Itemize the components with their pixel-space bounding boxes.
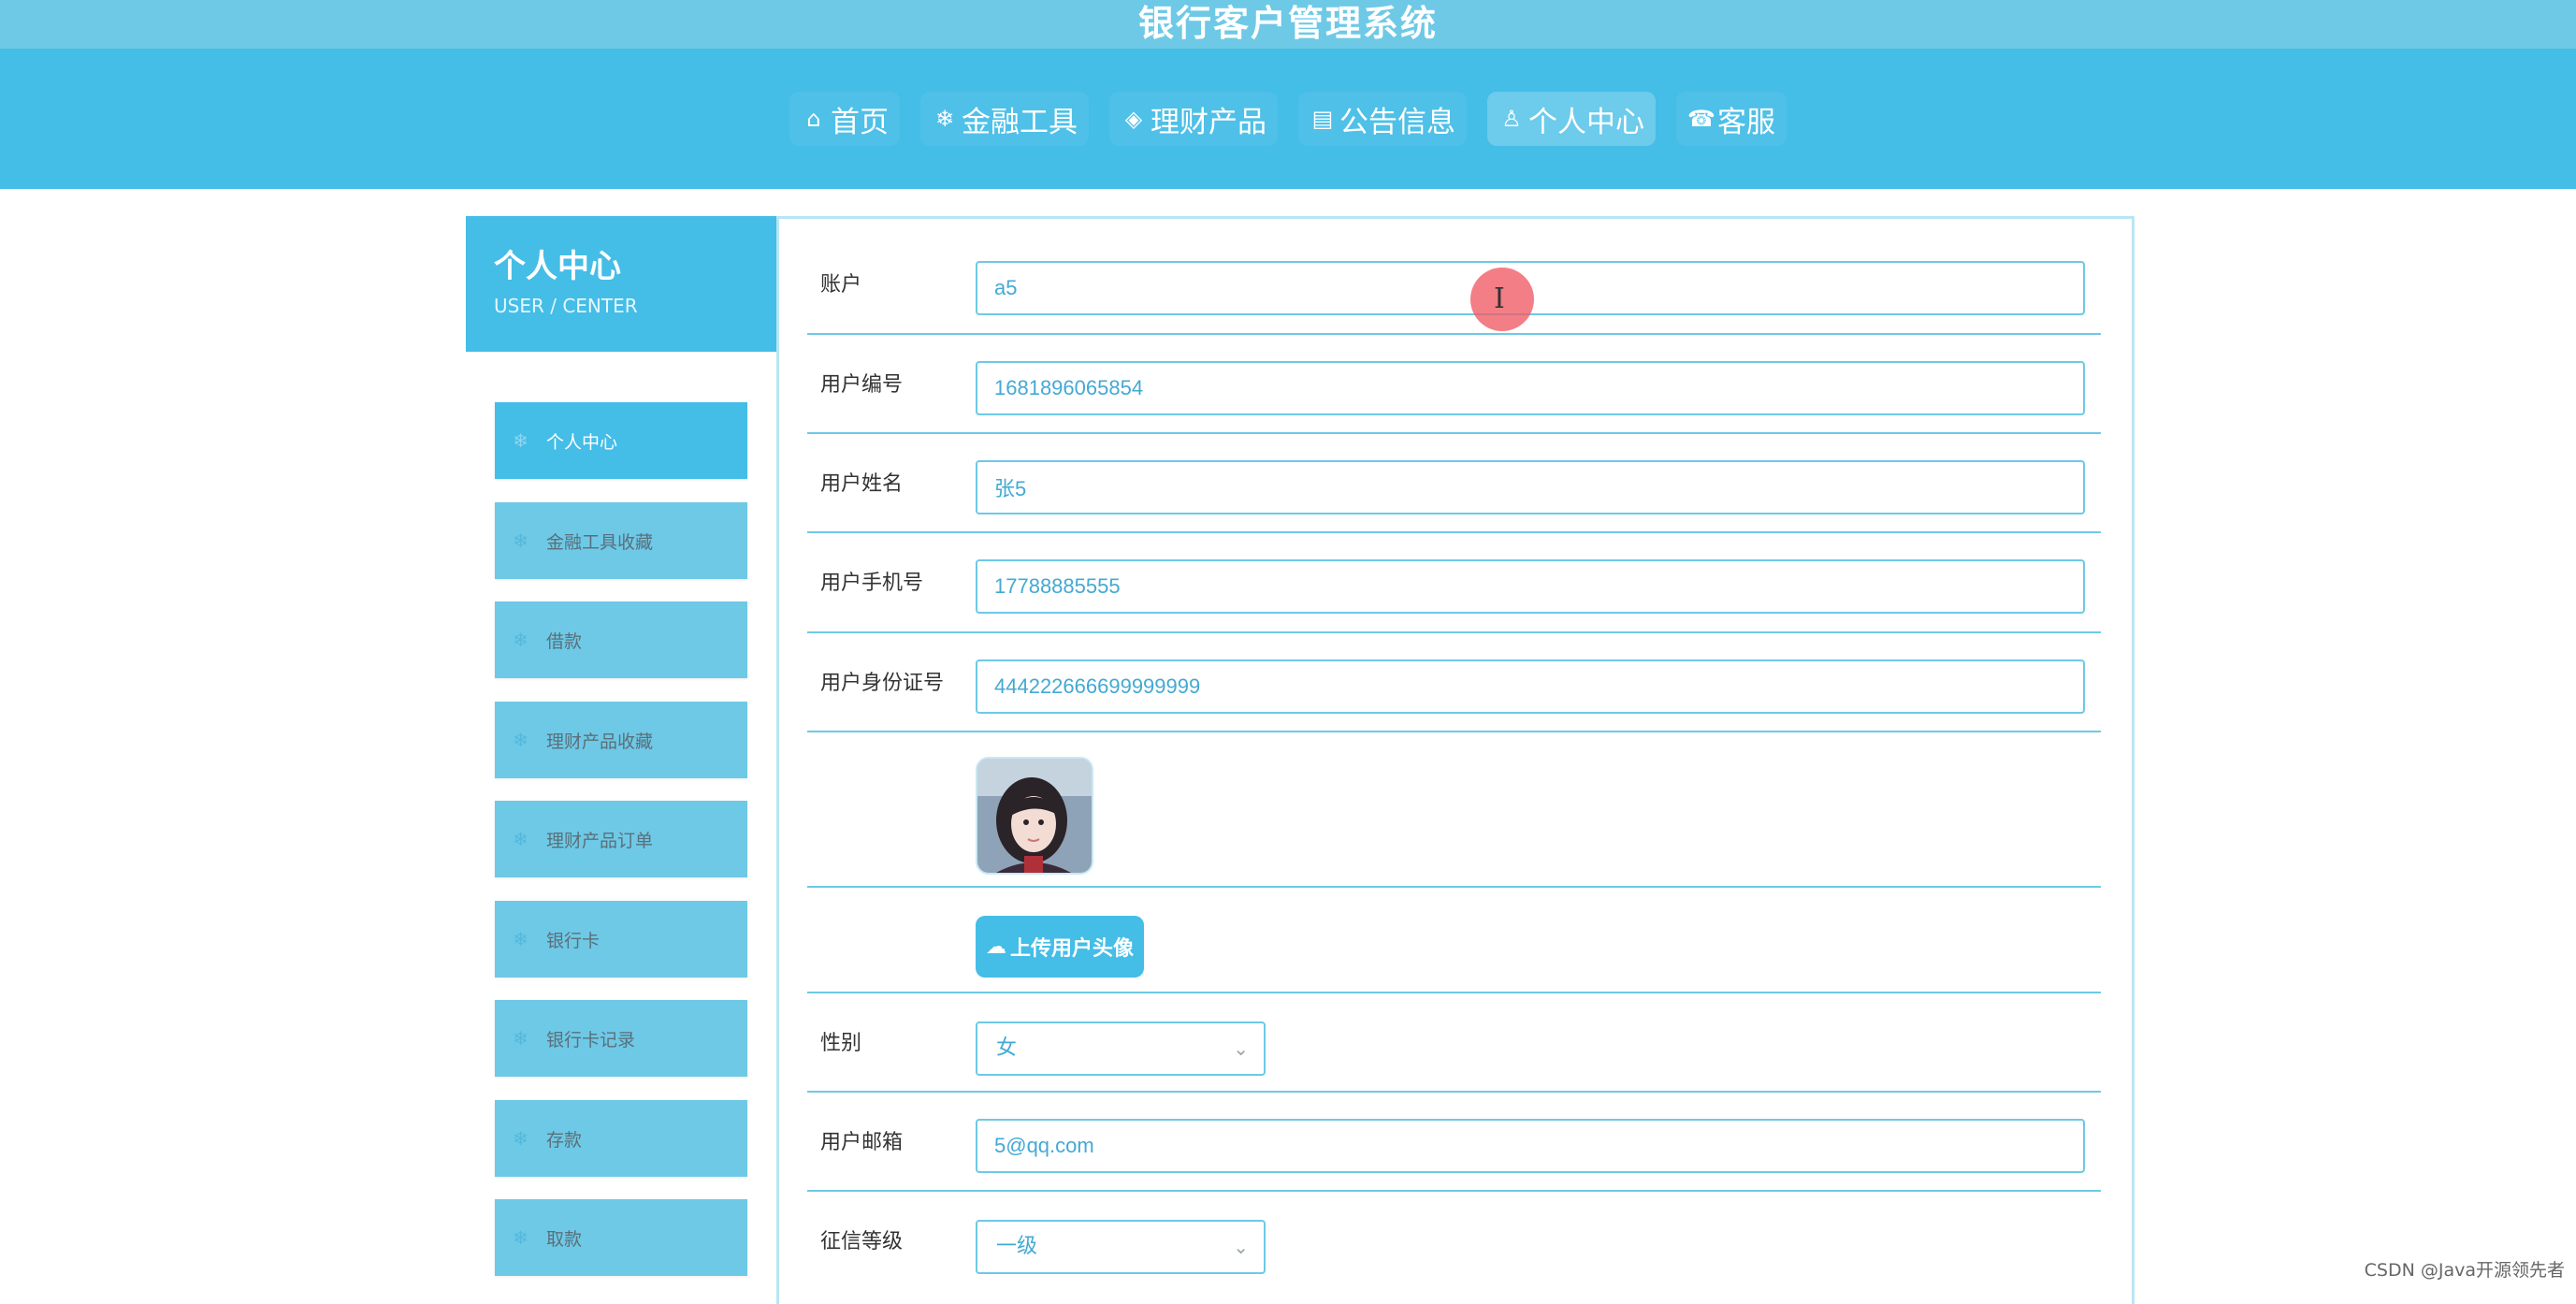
form-row-user-no: 用户编号	[807, 335, 2101, 434]
text-cursor-icon: I	[1494, 283, 1505, 315]
sidebar-item-label: 理财产品订单	[546, 830, 654, 851]
gender-select[interactable]: 女 ⌄	[976, 1021, 1266, 1076]
sidebar-item-tool-favorites[interactable]: ❄ 金融工具收藏	[495, 502, 747, 579]
snowflake-icon: ❄	[513, 629, 528, 651]
sidebar-subtitle: USER / CENTER	[494, 295, 638, 317]
sidebar-item-label: 银行卡	[546, 930, 601, 951]
snowflake-icon: ❄	[513, 429, 528, 452]
form-row-account: 账户	[807, 219, 2101, 335]
document-icon: ▤	[1311, 106, 1334, 132]
title-bar: 银行客户管理系统	[0, 0, 2576, 49]
nav-item-financial-tools[interactable]: ❄ 金融工具	[920, 92, 1089, 146]
form-row-avatar	[807, 732, 2101, 888]
sidebar-item-personal-center[interactable]: ❄ 个人中心	[495, 402, 747, 479]
email-field[interactable]	[976, 1119, 2085, 1173]
gender-label: 性别	[820, 1032, 862, 1055]
nav-item-personal-center[interactable]: ♙ 个人中心	[1487, 92, 1656, 146]
snowflake-icon: ❄	[513, 729, 528, 751]
cloud-upload-icon: ☁	[985, 935, 1006, 959]
form-row-user-name: 用户姓名	[807, 434, 2101, 533]
nav-item-label: 客服	[1717, 105, 1775, 139]
credit-level-select[interactable]: 一级 ⌄	[976, 1220, 1266, 1274]
sidebar-item-label: 金融工具收藏	[546, 531, 654, 553]
form-row-phone: 用户手机号	[807, 533, 2101, 633]
form-row-email: 用户邮箱	[807, 1093, 2101, 1192]
nav-band: ⌂ 首页 ❄ 金融工具 ◈ 理财产品 ▤ 公告信息 ♙ 个人中心 ☎ 客服	[0, 49, 2576, 189]
id-card-field[interactable]	[976, 659, 2085, 714]
nav-item-label: 金融工具	[962, 105, 1078, 139]
id-card-label: 用户身份证号	[820, 672, 945, 695]
form-row-id-card: 用户身份证号	[807, 633, 2101, 732]
chevron-down-icon: ⌄	[1233, 1236, 1249, 1258]
avatar-image	[977, 759, 1092, 873]
nav-item-home[interactable]: ⌂ 首页	[789, 92, 900, 146]
form-row-upload: ☁ 上传用户头像	[807, 888, 2101, 993]
main-nav: ⌂ 首页 ❄ 金融工具 ◈ 理财产品 ▤ 公告信息 ♙ 个人中心 ☎ 客服	[0, 92, 2576, 148]
snowflake-icon: ❄	[513, 1127, 528, 1150]
sidebar-item-withdraw[interactable]: ❄ 取款	[495, 1199, 747, 1276]
account-label: 账户	[820, 273, 862, 297]
sidebar-item-label: 理财产品收藏	[546, 731, 654, 752]
phone-field[interactable]	[976, 559, 2085, 614]
user-name-label: 用户姓名	[820, 472, 904, 496]
avatar	[976, 757, 1093, 875]
sidebar-item-label: 存款	[546, 1129, 583, 1151]
sidebar-item-product-favorites[interactable]: ❄ 理财产品收藏	[495, 702, 747, 778]
sidebar-item-bank-cards[interactable]: ❄ 银行卡	[495, 901, 747, 978]
user-icon: ♙	[1501, 106, 1522, 132]
email-label: 用户邮箱	[820, 1131, 904, 1154]
sidebar-header: 个人中心 USER / CENTER	[466, 216, 776, 352]
snowflake-icon: ❄	[513, 1027, 528, 1050]
nav-item-label: 公告信息	[1339, 105, 1455, 139]
nav-item-label: 理财产品	[1151, 105, 1266, 139]
snowflake-icon: ❄	[513, 1226, 528, 1249]
credit-level-value: 一级	[996, 1235, 1038, 1258]
credit-level-label: 征信等级	[820, 1230, 904, 1253]
upload-avatar-label: 上传用户头像	[1009, 937, 1134, 961]
user-name-field[interactable]	[976, 460, 2085, 514]
sidebar-item-loans[interactable]: ❄ 借款	[495, 601, 747, 678]
sidebar-item-label: 借款	[546, 630, 583, 652]
home-icon: ⌂	[806, 106, 821, 132]
nav-item-announcements[interactable]: ▤ 公告信息	[1298, 92, 1467, 146]
form-row-credit-level: 征信等级 一级 ⌄	[807, 1192, 2101, 1295]
user-no-label: 用户编号	[820, 373, 904, 397]
nav-item-label: 个人中心	[1528, 105, 1644, 139]
chevron-down-icon: ⌄	[1233, 1037, 1249, 1060]
layers-icon: ◈	[1124, 106, 1143, 132]
phone-label: 用户手机号	[820, 572, 924, 595]
nav-item-label: 首页	[831, 105, 889, 139]
sidebar-item-product-orders[interactable]: ❄ 理财产品订单	[495, 801, 747, 877]
form-row-gender: 性别 女 ⌄	[807, 993, 2101, 1093]
snowflake-icon: ❄	[513, 529, 528, 552]
watermark: CSDN @Java开源领先者	[2364, 1260, 2565, 1281]
site-title: 银行客户管理系统	[1137, 3, 1438, 44]
headset-icon: ☎	[1687, 106, 1715, 132]
snowflake-icon: ❄	[513, 928, 528, 950]
sidebar-item-card-records[interactable]: ❄ 银行卡记录	[495, 1000, 747, 1077]
sidebar-item-label: 银行卡记录	[546, 1029, 636, 1050]
nav-item-customer-service[interactable]: ☎ 客服	[1676, 92, 1787, 146]
sidebar-item-label: 取款	[546, 1228, 583, 1250]
nav-item-wealth-products[interactable]: ◈ 理财产品	[1109, 92, 1278, 146]
sidebar-item-deposit[interactable]: ❄ 存款	[495, 1100, 747, 1177]
sidebar-item-label: 个人中心	[546, 431, 618, 453]
user-no-field[interactable]	[976, 361, 2085, 415]
upload-avatar-button[interactable]: ☁ 上传用户头像	[976, 916, 1144, 978]
sidebar-title: 个人中心	[494, 248, 621, 285]
profile-form: 账户 用户编号 用户姓名 用户手机号 用户身份证号	[776, 216, 2135, 1304]
snowflake-icon: ❄	[513, 828, 528, 850]
gender-value: 女	[996, 1036, 1018, 1060]
snowflake-icon: ❄	[934, 106, 955, 132]
